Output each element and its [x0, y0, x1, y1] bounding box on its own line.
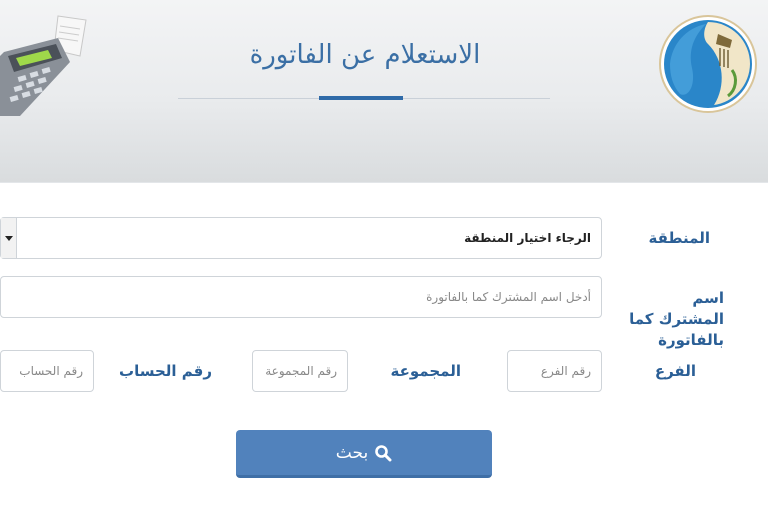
- search-button[interactable]: بحث: [236, 430, 492, 478]
- subscriber-name-input[interactable]: أدخل اسم المشترك كما بالفاتورة: [0, 276, 602, 318]
- region-select[interactable]: الرجاء اختيار المنطقة: [0, 217, 602, 259]
- branch-label: الفرع: [654, 362, 696, 380]
- account-number-placeholder: رقم الحساب: [19, 364, 83, 378]
- chevron-down-icon[interactable]: [1, 218, 17, 258]
- region-select-value: الرجاء اختيار المنطقة: [464, 231, 591, 245]
- account-label: رقم الحساب: [119, 362, 212, 380]
- group-number-placeholder: رقم المجموعة: [265, 364, 337, 378]
- search-icon: [375, 444, 392, 461]
- page-title: الاستعلام عن الفاتورة: [249, 40, 481, 70]
- card-payment-terminal-icon: [0, 15, 87, 116]
- subscriber-name-placeholder: أدخل اسم المشترك كما بالفاتورة: [426, 290, 591, 304]
- subscriber-name-label: اسم المشترك كما بالفاتورة: [629, 289, 724, 349]
- group-label: المجموعة: [390, 362, 461, 380]
- branch-number-input[interactable]: رقم الفرع: [507, 350, 602, 392]
- region-label: المنطقة: [648, 229, 710, 247]
- group-number-input[interactable]: رقم المجموعة: [252, 350, 348, 392]
- title-divider-accent: [319, 96, 403, 100]
- search-button-label: بحث: [335, 442, 369, 463]
- branch-number-placeholder: رقم الفرع: [540, 364, 591, 378]
- account-number-input[interactable]: رقم الحساب: [0, 350, 94, 392]
- page-header: الاستعلام عن الفاتورة: [0, 0, 768, 182]
- water-company-logo-icon: [659, 15, 757, 113]
